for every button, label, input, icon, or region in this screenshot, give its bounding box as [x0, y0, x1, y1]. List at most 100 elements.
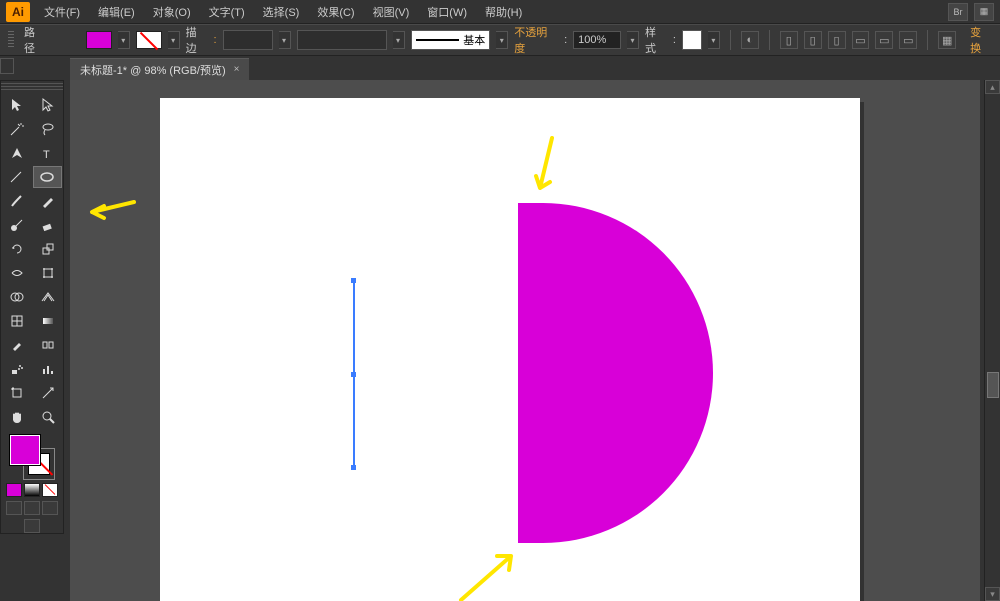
canvas-area[interactable]	[70, 80, 980, 601]
menu-help[interactable]: 帮助(H)	[477, 2, 530, 22]
brush-definition[interactable]: 基本	[411, 30, 491, 50]
options-bar: 路径 ▾ ▾ 描边 : ▾ ▾ 基本 ▾ 不透明度: 100% ▾ 样式: ▾ …	[0, 24, 1000, 56]
recolor-artwork-icon[interactable]: ◐	[741, 31, 759, 49]
artboard-tool[interactable]	[2, 382, 31, 404]
align-bottom-icon[interactable]: ▭	[899, 31, 917, 49]
none-mode[interactable]	[42, 483, 58, 497]
draw-mode-row	[1, 501, 63, 515]
brush-definition-dd[interactable]: ▾	[496, 31, 508, 49]
gradient-tool[interactable]	[33, 310, 62, 332]
line-tool[interactable]	[2, 166, 31, 188]
close-tab-icon[interactable]: ×	[234, 64, 240, 75]
annotation-arrow-top	[532, 136, 562, 196]
vertical-scrollbar[interactable]: ▴ ▾	[984, 80, 1000, 601]
shape-half-circle[interactable]	[518, 203, 713, 543]
selected-path-segment[interactable]	[353, 280, 355, 468]
stroke-profile[interactable]	[297, 30, 387, 50]
blend-tool[interactable]	[33, 334, 62, 356]
menu-file[interactable]: 文件(F)	[36, 2, 88, 22]
align-right-icon[interactable]: ▯	[828, 31, 846, 49]
options-grip	[8, 31, 14, 49]
tools-grip[interactable]	[1, 83, 63, 91]
zoom-tool[interactable]	[33, 406, 62, 428]
menu-bar: Ai 文件(F) 编辑(E) 对象(O) 文字(T) 选择(S) 效果(C) 视…	[0, 0, 1000, 24]
column-graph-tool[interactable]	[33, 358, 62, 380]
selection-tool[interactable]	[2, 94, 31, 116]
scroll-down-icon[interactable]: ▾	[985, 587, 1000, 601]
arrange-docs-button[interactable]: ▦	[974, 3, 994, 21]
stroke-label: 描边	[186, 24, 208, 56]
transform-label[interactable]: 变换	[970, 24, 992, 56]
fill-stroke-indicator[interactable]	[10, 435, 54, 479]
document-tab-row: 未标题-1* @ 98% (RGB/预览) ×	[70, 58, 1000, 80]
magic-wand-tool[interactable]	[2, 118, 31, 140]
scale-tool[interactable]	[33, 238, 62, 260]
ellipse-tool[interactable]	[33, 166, 62, 188]
object-kind-label: 路径	[24, 24, 46, 56]
align-top-icon[interactable]: ▭	[852, 31, 870, 49]
scroll-up-icon[interactable]: ▴	[985, 80, 1000, 94]
tools-panel: T	[0, 80, 64, 534]
stroke-profile-dd[interactable]: ▾	[393, 31, 405, 49]
mesh-tool[interactable]	[2, 310, 31, 332]
draw-inside[interactable]	[42, 501, 58, 515]
lasso-tool[interactable]	[33, 118, 62, 140]
bridge-button[interactable]: Br	[948, 3, 968, 21]
eraser-tool[interactable]	[33, 214, 62, 236]
collapsed-mini-panel[interactable]	[0, 58, 14, 74]
menu-window[interactable]: 窗口(W)	[419, 2, 475, 22]
document-tab[interactable]: 未标题-1* @ 98% (RGB/预览) ×	[70, 58, 249, 80]
rotate-tool[interactable]	[2, 238, 31, 260]
width-tool[interactable]	[2, 262, 31, 284]
eyedropper-tool[interactable]	[2, 334, 31, 356]
menu-type[interactable]: 文字(T)	[201, 2, 253, 22]
opacity-dd[interactable]: ▾	[627, 31, 639, 49]
stroke-swatch-dropdown[interactable]: ▾	[168, 31, 180, 49]
menu-effect[interactable]: 效果(C)	[309, 2, 362, 22]
screen-mode[interactable]	[24, 519, 40, 533]
blob-brush-tool[interactable]	[2, 214, 31, 236]
pen-tool[interactable]	[2, 142, 31, 164]
fill-indicator[interactable]	[10, 435, 40, 465]
opacity-label: 不透明度	[514, 24, 558, 56]
menu-view[interactable]: 视图(V)	[365, 2, 418, 22]
menu-object[interactable]: 对象(O)	[145, 2, 199, 22]
graphic-style[interactable]	[682, 30, 702, 50]
slice-tool[interactable]	[33, 382, 62, 404]
opacity-input[interactable]: 100%	[573, 31, 621, 49]
draw-behind[interactable]	[24, 501, 40, 515]
annotation-arrow-toolbar	[88, 198, 138, 224]
gradient-mode[interactable]	[24, 483, 40, 497]
artboard[interactable]	[160, 98, 860, 601]
hand-tool[interactable]	[2, 406, 31, 428]
annotation-arrow-bottom	[455, 548, 525, 601]
menu-edit[interactable]: 编辑(E)	[90, 2, 143, 22]
align-middle-icon[interactable]: ▭	[875, 31, 893, 49]
stroke-weight-dd[interactable]: ▾	[279, 31, 291, 49]
document-title: 未标题-1* @ 98% (RGB/预览)	[80, 62, 226, 78]
color-mode-row	[1, 483, 63, 497]
solid-color-mode[interactable]	[6, 483, 22, 497]
paintbrush-tool[interactable]	[2, 190, 31, 212]
style-label: 样式	[645, 24, 667, 56]
stroke-weight-input[interactable]	[223, 30, 273, 50]
transform-panel-icon[interactable]: ▦	[938, 31, 956, 49]
svg-text:T: T	[43, 149, 50, 161]
fill-swatch-dropdown[interactable]: ▾	[118, 31, 130, 49]
app-logo: Ai	[6, 2, 30, 22]
type-tool[interactable]: T	[33, 142, 62, 164]
symbol-sprayer-tool[interactable]	[2, 358, 31, 380]
pencil-tool[interactable]	[33, 190, 62, 212]
align-center-icon[interactable]: ▯	[804, 31, 822, 49]
align-left-icon[interactable]: ▯	[780, 31, 798, 49]
free-transform-tool[interactable]	[33, 262, 62, 284]
draw-normal[interactable]	[6, 501, 22, 515]
menu-select[interactable]: 选择(S)	[255, 2, 308, 22]
perspective-grid-tool[interactable]	[33, 286, 62, 308]
graphic-style-dd[interactable]: ▾	[708, 31, 720, 49]
stroke-swatch[interactable]	[136, 31, 162, 49]
shape-builder-tool[interactable]	[2, 286, 31, 308]
fill-swatch[interactable]	[86, 31, 112, 49]
collapsed-panel-tab[interactable]	[987, 372, 999, 398]
direct-selection-tool[interactable]	[33, 94, 62, 116]
